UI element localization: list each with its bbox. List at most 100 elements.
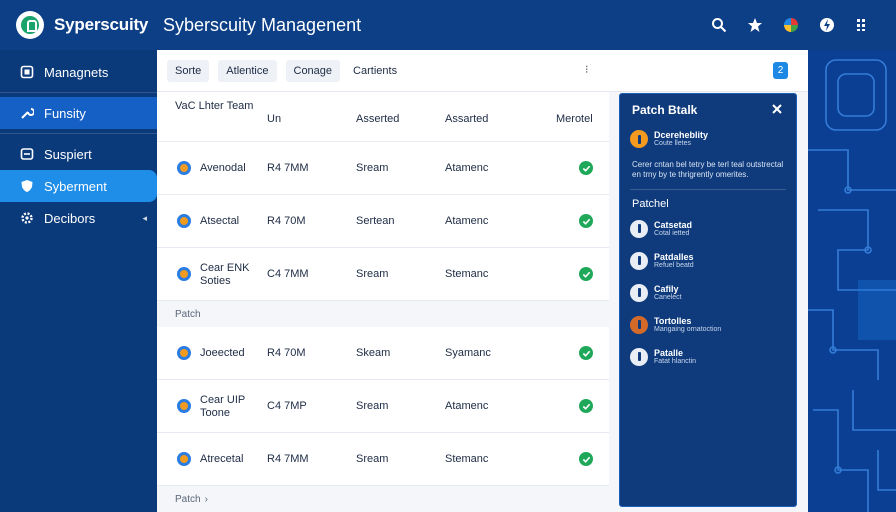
sidebar-divider [0,92,157,93]
shield-icon [20,179,34,193]
status-dot-icon [177,267,191,281]
row-assarted: Atamenc [445,215,489,227]
brand-name: Syperscuity [54,15,149,34]
details-header: Patch Btalk [620,94,796,126]
filter-button[interactable]: Atlentice [218,59,277,82]
top-actions [710,0,872,50]
col-header-asserted[interactable]: Asserted [356,113,399,125]
info-icon [630,219,648,238]
search-icon[interactable] [710,16,728,34]
details-list-item[interactable]: Patalle Fatat hlanctin [620,347,796,366]
list-item-sub: Canelect [654,293,682,301]
check-icon [579,452,593,466]
grid-icon[interactable] [854,16,872,34]
sort-button[interactable]: Sorte [167,59,210,82]
list-item-sub: Refuel beatd [654,261,694,269]
col-header-assarted[interactable]: Assarted [445,113,488,125]
list-item-sub: Mangaing ornatoction [654,325,722,333]
row-asserted: Sertean [356,215,395,227]
sidebar-divider [0,133,157,134]
table-row[interactable]: Cear UIP Toone C4 7MP Sream Atamenc [157,380,609,433]
status-dot-icon [177,161,191,175]
alert-icon [630,315,648,334]
details-main-item[interactable]: Dcereheblity Coute lletes [620,130,796,148]
status-dot-icon [177,214,191,228]
more-icon[interactable]: ⁝ [585,63,589,76]
sidebar-item-managnets[interactable]: Managnets [0,56,157,88]
sidebar-item-funsity[interactable]: Funsity [0,97,157,129]
sidebar-item-suspiert[interactable]: Suspiert [0,138,157,170]
status-dot-icon [177,452,191,466]
sidebar-item-label: Funsity [44,105,86,121]
table-row[interactable]: Joeected R4 70M Skeam Syamanc [157,327,609,380]
home-icon [20,65,34,79]
details-description: Cerer cntan bel tetry be terl teal outst… [632,160,784,180]
row-assarted: Stemanc [445,268,489,280]
circuit-pattern-icon [808,59,896,512]
check-icon [579,267,593,281]
list-item-sub: Cotal ietted [654,229,690,237]
row-name: Atsectal [200,215,240,227]
row-size: R4 7MM [267,162,309,174]
sidebar-item-label: Syberment [44,178,107,194]
row-assarted: Atamenc [445,400,489,412]
app-logo-icon [16,11,44,39]
toolbar: Sorte Atlentice Conage Cartients ⁝ 2 [157,50,808,92]
clients-button[interactable]: Cartients [349,60,401,82]
chevron-right-icon: ◂ [142,212,147,223]
sidebar: Managnets Funsity Suspiert Syberment Dec… [0,50,157,512]
row-asserted: Sream [356,400,389,412]
row-asserted: Sream [356,453,389,465]
row-name: Cear ENK Soties [200,262,250,287]
row-assarted: Atamenc [445,162,489,174]
row-size: R4 70M [267,215,306,227]
sidebar-item-syberment[interactable]: Syberment [0,170,157,202]
table-row[interactable]: Cear ENK Soties C4 7MM Sream Stemanc [157,248,609,301]
chevron-right-icon: › [204,493,208,505]
table-row[interactable]: Avenodal R4 7MM Sream Atamenc [157,142,609,195]
col-header-team[interactable]: VaC Lhter Team [175,100,255,113]
layers-icon [20,147,34,161]
check-icon [579,161,593,175]
list-item-title: Patalle [654,347,684,358]
brand[interactable]: Syperscuity [0,0,157,50]
row-name: Avenodal [200,162,246,174]
row-name: Atrecetal [200,453,244,465]
main-item-title: Dcereheblity [654,130,709,140]
col-header-merotel[interactable]: Merotel [556,113,593,125]
row-size: C4 7MP [267,400,307,412]
table-row[interactable]: Atsectal R4 70M Sertean Atamenc [157,195,609,248]
details-list-item[interactable]: Catsetad Cotal ietted [620,219,796,238]
status-dot-icon [177,399,191,413]
details-list-item[interactable]: Patdalles Refuel beatd [620,251,796,270]
page-title: Syberscuity Managenent [163,14,362,35]
top-bar: Syperscuity Syberscuity Managenent [0,0,896,50]
sidebar-item-label: Suspiert [44,146,92,162]
group-label: Patch › [157,486,609,512]
status-dot-icon [177,346,191,360]
row-size: R4 70M [267,347,306,359]
star-icon[interactable] [746,16,764,34]
row-assarted: Stemanc [445,453,489,465]
close-icon[interactable] [770,102,784,116]
colorwheel-icon[interactable] [782,16,800,34]
details-list-item[interactable]: Cafily Canelect [620,283,796,302]
details-divider [630,188,786,190]
count-chip[interactable]: 2 [773,62,788,79]
list-item-sub: Fatat hlanctin [654,357,697,365]
patch-details-panel: Patch Btalk Dcereheblity Coute lletes Ce… [619,93,797,507]
sidebar-item-decibors[interactable]: Decibors ◂ [0,202,157,234]
main-item-sub: Coute lletes [654,140,691,147]
row-size: R4 7MM [267,453,309,465]
change-button[interactable]: Conage [285,59,341,82]
check-icon [579,214,593,228]
bolt-icon[interactable] [818,16,836,34]
table-row[interactable]: Atrecetal R4 7MM Sream Stemanc [157,433,609,486]
check-icon [579,346,593,360]
details-list-item[interactable]: Tortolles Mangaing ornatoction [620,315,796,334]
row-asserted: Skeam [356,347,391,359]
info-icon [630,283,648,302]
col-header-un[interactable]: Un [267,113,281,125]
list-item-title: Tortolles [654,315,692,326]
row-asserted: Sream [356,268,389,280]
